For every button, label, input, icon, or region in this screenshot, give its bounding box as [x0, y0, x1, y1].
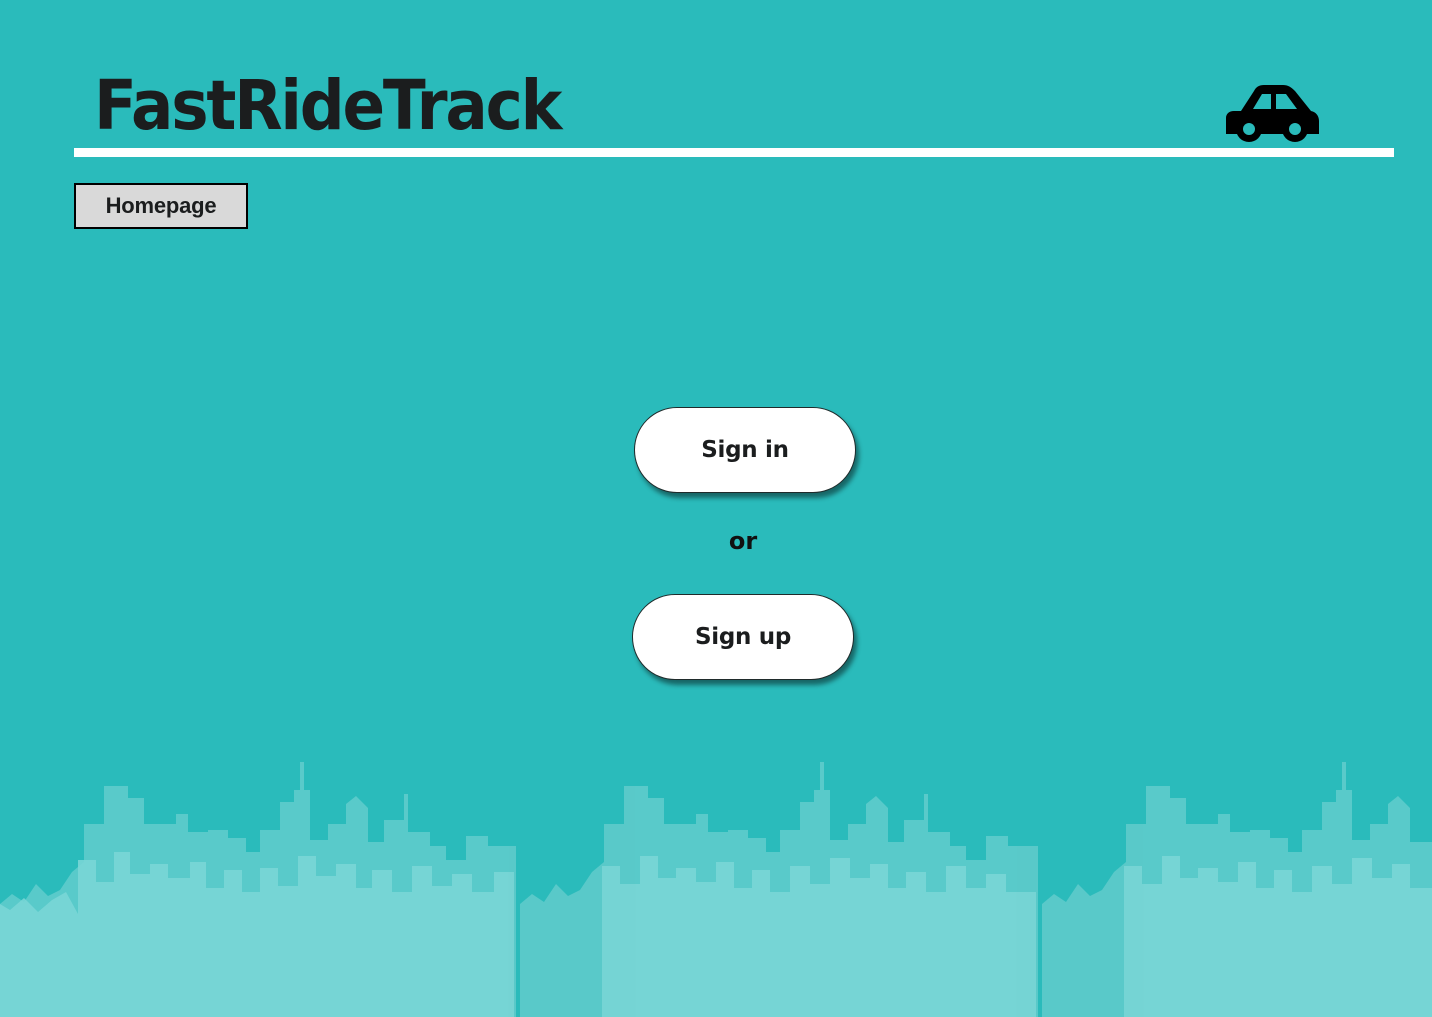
sign-up-button[interactable]: Sign up: [632, 594, 854, 680]
car-icon: [1226, 85, 1319, 142]
header-divider: [74, 148, 1394, 157]
auth-separator-text: or: [728, 527, 758, 555]
sign-in-button[interactable]: Sign in: [634, 407, 856, 493]
app-title: FastRideTrack: [94, 66, 562, 146]
city-skyline-decoration: [0, 762, 1432, 1017]
homepage-tab[interactable]: Homepage: [74, 183, 248, 229]
app-header: FastRideTrack: [0, 0, 1432, 170]
